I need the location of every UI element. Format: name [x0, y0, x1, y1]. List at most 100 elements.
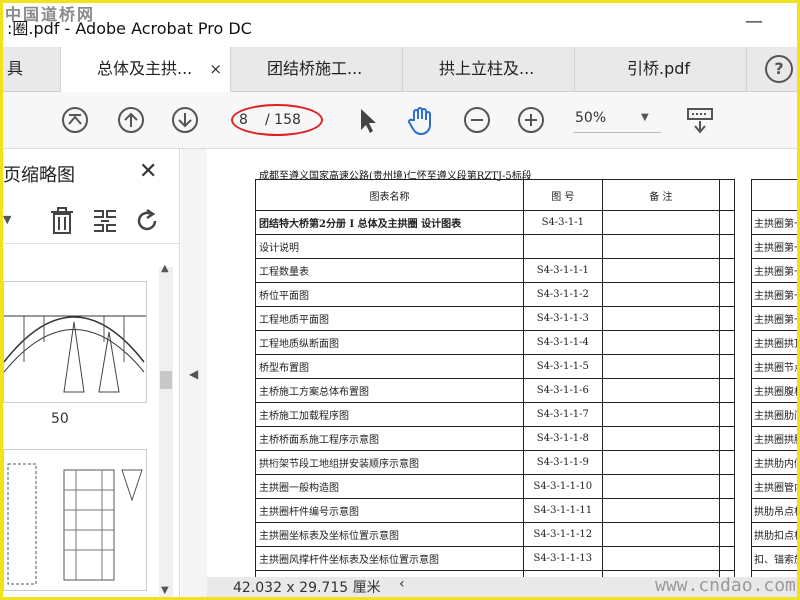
row-remark	[601, 258, 721, 283]
hand-tool-icon[interactable]	[405, 106, 433, 136]
tab-construction[interactable]: 团结桥施工...	[231, 47, 403, 91]
insert-pages-icon[interactable]	[91, 207, 119, 235]
row-remark	[601, 426, 721, 451]
row-remark	[601, 546, 721, 571]
row-cell: 主拱圈第一	[751, 210, 797, 235]
row-name: 主桥施工加载程序图	[255, 402, 524, 427]
zoom-underline	[573, 132, 661, 133]
select-arrow-icon[interactable]	[353, 106, 381, 134]
row-remark	[601, 306, 721, 331]
row-code: S4-3-1-1-8	[522, 426, 603, 451]
rotate-icon[interactable]	[133, 207, 161, 235]
row-spacer	[719, 306, 735, 331]
row-cell: 拱肋吊点构	[751, 498, 797, 523]
row-code: S4-3-1-1-6	[522, 378, 603, 403]
table-row: 主拱圈拱顶	[751, 330, 797, 355]
table-row: 主拱圈坐标表及坐标位置示意图 S4-3-1-1-12	[255, 522, 735, 547]
zoom-level[interactable]: 50%	[575, 110, 606, 126]
thumbnail-scrollbar[interactable]	[159, 267, 173, 597]
tab-label: 总体及主拱...	[97, 59, 193, 78]
row-cell: 主拱圈拱顶	[751, 330, 797, 355]
page-thumbnail[interactable]	[3, 449, 147, 591]
row-cell: 主拱圈管内	[751, 474, 797, 499]
tab-tools[interactable]: 具	[3, 47, 61, 91]
close-panel-icon[interactable]: ✕	[139, 159, 157, 184]
row-cell: 主拱圈节点	[751, 354, 797, 379]
zoom-out-icon[interactable]	[463, 106, 491, 134]
row-code: S4-3-1-1-9	[522, 450, 603, 475]
row-cell: 主拱圈第一	[751, 258, 797, 283]
table-row: 主拱圈风撑杆件坐标表及坐标位置示意图 S4-3-1-1-13	[255, 546, 735, 571]
row-spacer	[719, 474, 735, 499]
trash-icon[interactable]	[49, 207, 75, 235]
column-header: 图表名称	[255, 179, 524, 211]
table-row: 工程地质平面图 S4-3-1-1-3	[255, 306, 735, 331]
options-dropdown-icon[interactable]: ▼	[3, 213, 11, 226]
red-highlight-oval	[231, 104, 323, 136]
table-row: 主拱肋内侧	[751, 450, 797, 475]
document-view[interactable]: 成都至遵义国家高速公路(贵州境)仁怀至遵义段第RZTJ-5标段 图表名称 图 号…	[207, 149, 797, 597]
panel-title: 页缩略图	[3, 165, 75, 186]
scrollbar-thumb[interactable]	[160, 371, 172, 389]
row-name: 团结特大桥第2分册 Ⅰ 总体及主拱圈 设计图表	[255, 210, 524, 235]
tab-columns[interactable]: 拱上立柱及...	[403, 47, 575, 91]
scroll-down-icon[interactable]: ▼	[161, 585, 169, 596]
drawing-index-table: 图表名称 图 号 备 注 团结特大桥第2分册 Ⅰ 总体及主拱圈 设计图表 S4-3…	[255, 179, 735, 595]
chevron-left-icon[interactable]: ‹	[399, 576, 405, 592]
table-row: 工程数量表 S4-3-1-1-1	[255, 258, 735, 283]
column-header: 图 号	[522, 179, 603, 211]
tab-label: 拱上立柱及...	[439, 59, 535, 78]
row-code: S4-3-1-1-12	[522, 522, 603, 547]
table-row: 主拱圈第一	[751, 282, 797, 307]
row-remark	[601, 378, 721, 403]
zoom-dropdown-icon[interactable]: ▼	[641, 112, 649, 123]
table-row: 主拱圈第一	[751, 306, 797, 331]
window-title: :圈.pdf - Adobe Acrobat Pro DC	[7, 19, 252, 38]
row-spacer	[719, 234, 735, 259]
prev-page-icon[interactable]	[117, 106, 145, 134]
zoom-in-icon[interactable]	[517, 106, 545, 134]
row-code: S4-3-1-1-10	[522, 474, 603, 499]
page-number-box[interactable]: 8 / 158	[231, 104, 323, 136]
row-spacer	[719, 402, 735, 427]
tab-label: 具	[7, 59, 24, 78]
row-remark	[601, 354, 721, 379]
minimize-button[interactable]: —	[745, 11, 763, 32]
thumbnails-panel: 页缩略图 ✕ ▼ 50 ▲ ▼	[3, 149, 180, 597]
table-row: 主拱圈腹杆	[751, 378, 797, 403]
tab-overall-arch[interactable]: 总体及主拱... ×	[61, 47, 231, 92]
row-cell: 拱肋扣点构	[751, 522, 797, 547]
collapse-arrow-icon[interactable]: ◀	[189, 367, 198, 381]
row-spacer	[719, 378, 735, 403]
row-spacer	[719, 426, 735, 451]
page-toolbar: 8 / 158 50% ▼	[3, 92, 797, 149]
close-tab-icon[interactable]: ×	[209, 47, 222, 91]
table-row	[751, 179, 797, 211]
help-icon[interactable]: ?	[765, 55, 793, 83]
page-thumbnail[interactable]	[3, 281, 147, 403]
scroll-up-icon[interactable]: ▲	[161, 263, 169, 274]
table-row: 桥位平面图 S4-3-1-1-2	[255, 282, 735, 307]
watermark-bottom: www.cndao.com	[655, 575, 796, 596]
first-page-icon[interactable]	[61, 106, 89, 134]
row-remark	[601, 474, 721, 499]
panel-tools: ▼	[3, 199, 179, 244]
table-row: 主拱圈肋间	[751, 402, 797, 427]
table-row: 桥型布置图 S4-3-1-1-5	[255, 354, 735, 379]
row-code: S4-3-1-1	[522, 210, 603, 235]
table-row: 扣、锚索施	[751, 546, 797, 571]
keyboard-icon[interactable]	[685, 106, 713, 134]
tab-label: 团结桥施工...	[267, 59, 363, 78]
row-code: S4-3-1-1-5	[522, 354, 603, 379]
row-code: S4-3-1-1-3	[522, 306, 603, 331]
table-row: 主拱圈拱脚	[751, 426, 797, 451]
next-page-icon[interactable]	[171, 106, 199, 134]
row-name: 主拱圈坐标表及坐标位置示意图	[255, 522, 524, 547]
tab-approach[interactable]: 引桥.pdf	[575, 47, 747, 91]
row-name: 主拱圈风撑杆件坐标表及坐标位置示意图	[255, 546, 524, 571]
row-cell: 主拱肋内侧	[751, 450, 797, 475]
row-name: 拱桁架节段工地组拼安装顺序示意图	[255, 450, 524, 475]
panel-splitter[interactable]: ◀	[181, 149, 207, 597]
row-remark	[601, 498, 721, 523]
right-index-table: 主拱圈第一主拱圈第一主拱圈第一主拱圈第一主拱圈第一主拱圈拱顶主拱圈节点主拱圈腹杆…	[751, 179, 797, 595]
